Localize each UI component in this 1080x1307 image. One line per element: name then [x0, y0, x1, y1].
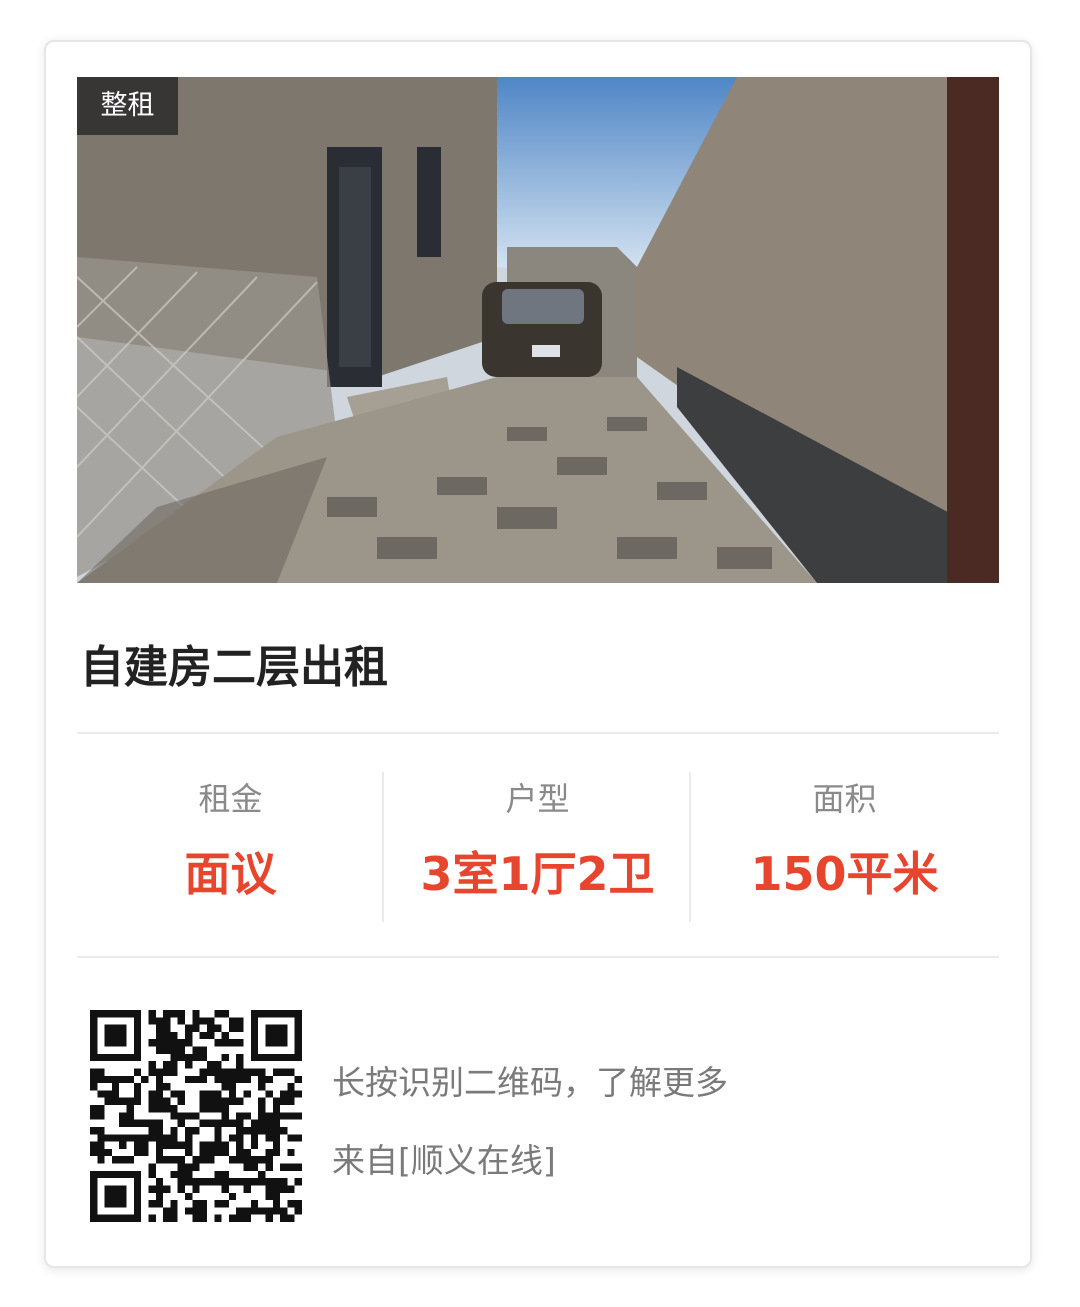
- stat-layout-label: 户型: [505, 780, 570, 818]
- qr-code-icon[interactable]: [90, 1010, 302, 1222]
- divider-top: [77, 732, 999, 734]
- listing-card[interactable]: 整租 自建房二层出租 租金 面议 户型 3室1厅2卫 面积 150平米 长按识别…: [44, 40, 1032, 1268]
- stat-rent: 租金 面议: [77, 772, 384, 922]
- rental-type-tag: 整租: [77, 77, 178, 135]
- stat-area: 面积 150平米: [691, 772, 998, 922]
- stat-area-value: 150平米: [750, 847, 939, 901]
- photo-illustration: [77, 77, 999, 583]
- stat-area-label: 面积: [812, 780, 877, 818]
- stat-rent-value: 面议: [184, 847, 277, 901]
- source-text: 来自[顺义在线]: [332, 1141, 556, 1180]
- qr-code-graphic: [90, 1010, 302, 1222]
- property-photo[interactable]: 整租: [77, 77, 999, 583]
- stat-layout-value: 3室1厅2卫: [420, 847, 655, 901]
- stats-row: 租金 面议 户型 3室1厅2卫 面积 150平米: [77, 772, 999, 922]
- divider-bottom: [77, 956, 999, 958]
- stat-rent-label: 租金: [198, 780, 263, 818]
- scan-hint-text: 长按识别二维码，了解更多: [332, 1063, 728, 1102]
- listing-title: 自建房二层出租: [80, 642, 388, 693]
- stat-layout: 户型 3室1厅2卫: [384, 772, 691, 922]
